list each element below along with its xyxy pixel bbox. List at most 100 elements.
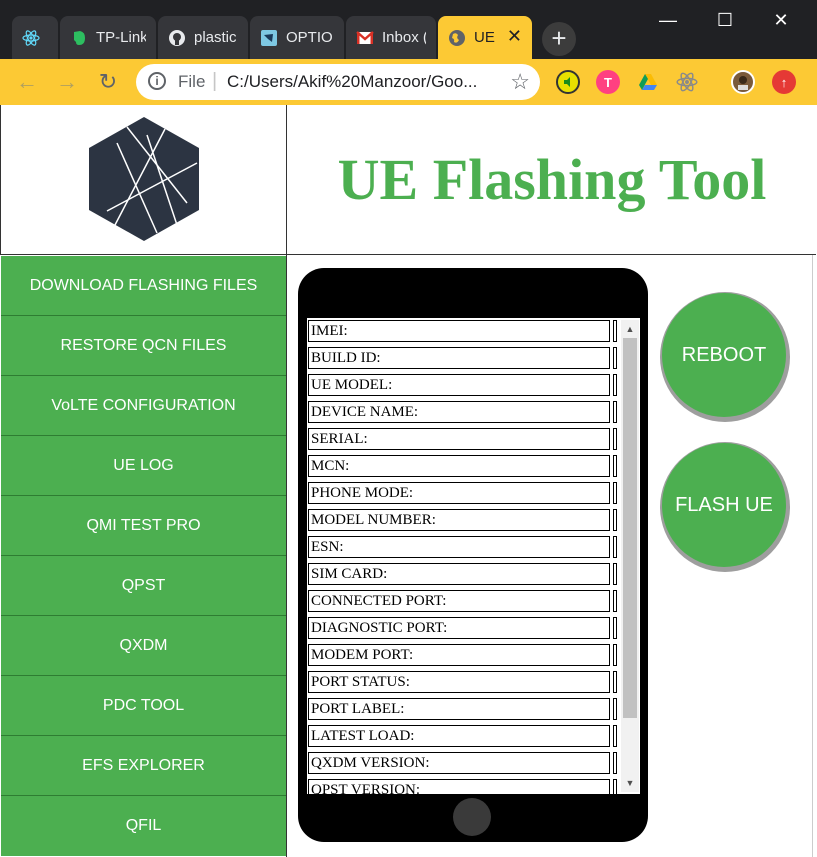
page-header: UE Flashing Tool [0, 105, 816, 255]
field-qxdm-version: QXDM VERSION: [308, 752, 610, 774]
app-icon [260, 29, 278, 47]
sidebar-menu: DOWNLOAD FLASHING FILES RESTORE QCN FILE… [1, 256, 286, 856]
new-tab-button[interactable]: + [542, 22, 576, 56]
title-cell: UE Flashing Tool [287, 105, 817, 254]
url-text[interactable]: C:/Users/Akif%20Manzoor/Goo... [227, 72, 487, 92]
bookmark-star-icon[interactable]: ☆ [510, 69, 530, 95]
field-edge [613, 482, 617, 504]
field-device-name: DEVICE NAME: [308, 401, 610, 423]
menu-item-qpst[interactable]: QPST [1, 556, 286, 616]
menu-item-ue-log[interactable]: UE LOG [1, 436, 286, 496]
field-modem-port: MODEM PORT: [308, 644, 610, 666]
browser-tab-optio[interactable]: OPTIO [250, 16, 344, 59]
field-edge [613, 455, 617, 477]
field-mcn: MCN: [308, 455, 610, 477]
field-edge [613, 779, 617, 794]
menu-item-volte-configuration[interactable]: VoLTE CONFIGURATION [1, 376, 286, 436]
close-tab-icon[interactable]: ✕ [507, 26, 522, 47]
menu-item-qfil[interactable]: QFIL [1, 796, 286, 855]
field-connected-port: CONNECTED PORT: [308, 590, 610, 612]
menu-item-download-flashing-files[interactable]: DOWNLOAD FLASHING FILES [1, 256, 286, 316]
field-edge [613, 374, 617, 396]
forward-arrow-icon[interactable]: → [52, 67, 82, 97]
menu-item-pdc-tool[interactable]: PDC TOOL [1, 676, 286, 736]
profile-avatar[interactable] [731, 70, 755, 94]
tab-title: UE [474, 29, 495, 46]
browser-tab-tplink[interactable]: TP-Link [60, 16, 156, 59]
browser-tab-ue[interactable]: UE ✕ [438, 16, 532, 59]
phone-home-button [453, 798, 491, 836]
tab-title: OPTIO [286, 29, 333, 46]
minimize-button[interactable]: — [645, 6, 691, 34]
reboot-button[interactable]: REBOOT [662, 293, 786, 417]
page-right-edge [812, 255, 813, 857]
field-latest-load: LATEST LOAD: [308, 725, 610, 747]
scrollbar-thumb[interactable] [623, 338, 637, 718]
field-port-label: PORT LABEL: [308, 698, 610, 720]
field-edge [613, 590, 617, 612]
field-port-status: PORT STATUS: [308, 671, 610, 693]
react-icon [22, 29, 40, 47]
field-edge [613, 752, 617, 774]
sidebar-divider [286, 255, 287, 857]
reload-icon[interactable]: ↻ [93, 67, 123, 97]
close-window-button[interactable]: ✕ [758, 6, 804, 34]
field-qpst-version: QPST VERSION: [308, 779, 610, 794]
field-diagnostic-port: DIAGNOSTIC PORT: [308, 617, 610, 639]
gmail-icon [356, 29, 374, 47]
globe-icon [448, 29, 466, 47]
field-edge [613, 428, 617, 450]
logo-cell [1, 105, 287, 254]
browser-tab-react[interactable] [12, 16, 58, 59]
update-arrow-icon[interactable]: ↑ [772, 70, 796, 94]
browser-tab-inbox[interactable]: Inbox ( [346, 16, 436, 59]
flash-ue-button[interactable]: FLASH UE [662, 443, 786, 567]
t-extension-icon[interactable]: T [596, 70, 620, 94]
scrollbar[interactable]: ▲ ▼ [621, 320, 639, 792]
scroll-down-arrow-icon[interactable]: ▼ [621, 776, 639, 790]
address-separator: | [212, 70, 218, 92]
scheme-label: File [178, 72, 206, 91]
field-edge [613, 347, 617, 369]
scroll-up-arrow-icon[interactable]: ▲ [621, 322, 639, 336]
menu-item-qmi-test-pro[interactable]: QMI TEST PRO [1, 496, 286, 556]
menu-item-efs-explorer[interactable]: EFS EXPLORER [1, 736, 286, 796]
field-edge [613, 617, 617, 639]
field-edge [613, 644, 617, 666]
field-imei: IMEI: [308, 320, 610, 342]
back-arrow-icon[interactable]: ← [12, 67, 42, 97]
tab-title: Inbox ( [382, 29, 426, 46]
field-edge [613, 401, 617, 423]
field-edge [613, 698, 617, 720]
field-edge [613, 563, 617, 585]
field-build-id: BUILD ID: [308, 347, 610, 369]
github-icon [168, 29, 186, 47]
browser-tab-bar: TP-Link plastic OPTIO Inbox ( UE ✕ + — ☐… [0, 0, 817, 59]
menu-item-restore-qcn-files[interactable]: RESTORE QCN FILES [1, 316, 286, 376]
field-edge [613, 671, 617, 693]
tab-title: plastic [194, 29, 237, 46]
maximize-button[interactable]: ☐ [702, 6, 748, 34]
field-phone-mode: PHONE MODE: [308, 482, 610, 504]
field-edge [613, 725, 617, 747]
tab-title: TP-Link [96, 29, 146, 46]
page-title: UE Flashing Tool [337, 147, 767, 212]
field-esn: ESN: [308, 536, 610, 558]
hexagon-logo [89, 117, 199, 241]
info-icon[interactable]: i [148, 72, 166, 90]
speaker-extension-icon[interactable] [556, 70, 580, 94]
field-edge [613, 320, 617, 342]
menu-item-qxdm[interactable]: QXDM [1, 616, 286, 676]
drive-extension-icon[interactable] [636, 70, 660, 94]
field-edge [613, 536, 617, 558]
device-info-panel: IMEI: BUILD ID: UE MODEL: DEVICE NAME: S… [307, 318, 640, 794]
address-bar[interactable]: i File | C:/Users/Akif%20Manzoor/Goo... … [136, 64, 540, 100]
field-sim-card: SIM CARD: [308, 563, 610, 585]
react-devtools-icon[interactable] [675, 70, 699, 94]
field-model-number: MODEL NUMBER: [308, 509, 610, 531]
field-ue-model: UE MODEL: [308, 374, 610, 396]
field-serial: SERIAL: [308, 428, 610, 450]
evernote-icon [70, 29, 88, 47]
field-edge [613, 509, 617, 531]
browser-tab-plastic[interactable]: plastic [158, 16, 248, 59]
